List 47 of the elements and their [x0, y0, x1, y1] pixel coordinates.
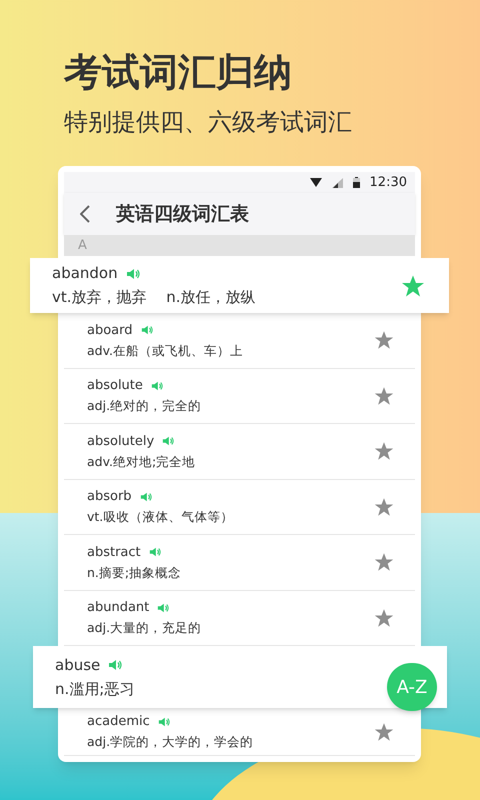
- status-time: 12:30: [370, 174, 407, 192]
- word-meaning: n.滥用;恶习: [55, 680, 134, 698]
- battery-icon: [352, 177, 360, 188]
- speaker-icon[interactable]: [162, 435, 174, 448]
- word-meaning: adj.大量的，充足的: [87, 619, 202, 636]
- word-meaning: vt.吸收（液体、气体等）: [87, 508, 234, 526]
- star-icon[interactable]: [374, 386, 394, 406]
- star-icon[interactable]: [374, 330, 394, 350]
- word-row[interactable]: abundant adj.大量的，充足的: [64, 590, 415, 646]
- speaker-icon[interactable]: [126, 266, 140, 280]
- star-icon[interactable]: [374, 441, 394, 462]
- speaker-icon[interactable]: [108, 658, 122, 672]
- word: abandon: [52, 264, 118, 283]
- word-meaning: vt.放弃，抛弃 n.放任，放纵: [52, 288, 256, 307]
- speaker-icon[interactable]: [148, 546, 161, 558]
- signal-icon: [332, 178, 343, 188]
- word: absorb: [87, 488, 132, 506]
- subheadline: 特别提供四、六级考试词汇: [64, 107, 353, 138]
- section-letter: A: [78, 236, 87, 255]
- star-icon[interactable]: [374, 722, 394, 742]
- speaker-icon[interactable]: [140, 490, 152, 503]
- word: abstract: [87, 544, 141, 561]
- speaker-icon[interactable]: [140, 324, 153, 336]
- word-meaning: adj.学院的，大学的，学会的: [87, 733, 254, 750]
- word-row[interactable]: absolute adj.绝对的，完全的: [64, 368, 415, 424]
- star-icon[interactable]: [374, 608, 394, 628]
- word: academic: [87, 713, 150, 730]
- word-meaning: n.摘要;抽象概念: [87, 564, 182, 581]
- word: absolute: [87, 377, 143, 394]
- star-icon[interactable]: [374, 496, 394, 517]
- word-meaning: adv.绝对地;完全地: [87, 452, 196, 470]
- word: abundant: [87, 599, 150, 616]
- word: abuse: [55, 656, 100, 674]
- speaker-icon[interactable]: [150, 380, 163, 392]
- speaker-icon[interactable]: [157, 602, 170, 614]
- star-icon[interactable]: [374, 552, 394, 572]
- word: absolutely: [87, 432, 154, 450]
- word-card[interactable]: abandon vt.放弃，抛弃 n.放任，放纵: [30, 258, 449, 313]
- page-title: 英语四级词汇表: [116, 202, 249, 227]
- wifi-icon: [310, 178, 322, 188]
- word: aboard: [87, 322, 133, 339]
- word-meaning: adj.绝对的，完全的: [87, 397, 202, 414]
- headline: 考试词汇归纳: [64, 49, 293, 96]
- word-meaning: adv.在船（或飞机、车）上: [87, 342, 243, 359]
- star-icon[interactable]: [401, 274, 425, 298]
- speaker-icon[interactable]: [158, 716, 170, 728]
- word-card[interactable]: abuse n.滥用;恶习 A-Z: [33, 646, 447, 708]
